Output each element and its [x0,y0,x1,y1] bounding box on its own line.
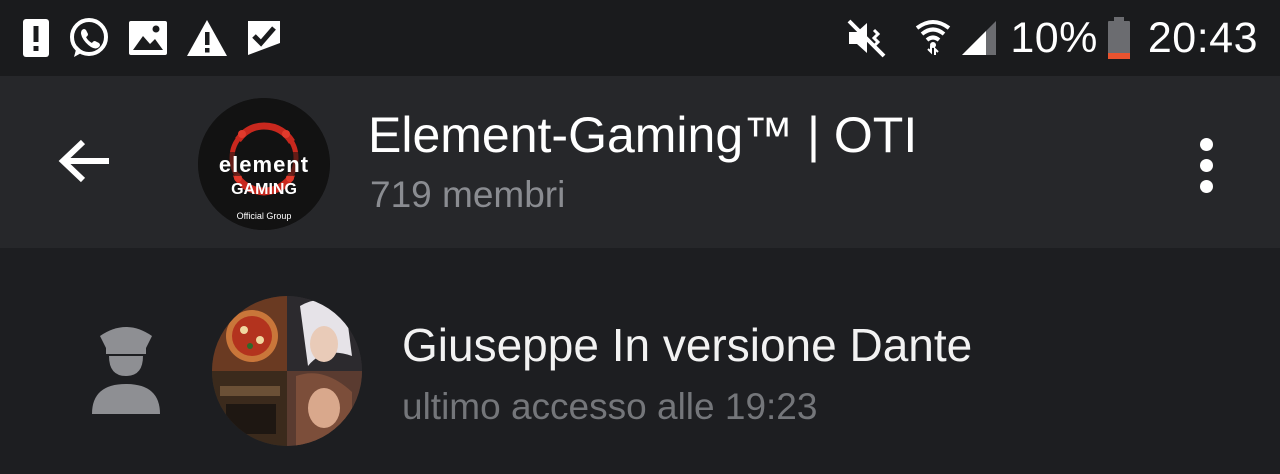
system-indicators: 10% 20:43 [846,10,1258,66]
svg-text:element: element [219,152,309,177]
alert-icon [22,18,50,58]
signal-icon [960,19,998,57]
check-notification-icon [246,19,282,57]
gallery-icon [128,20,168,56]
notification-icons [22,14,282,62]
group-title[interactable]: Element-Gaming™ | OTI [368,106,917,164]
status-bar: 10% 20:43 [0,0,1280,76]
member-list-item[interactable]: Giuseppe In versione Dante ultimo access… [0,248,1280,474]
svg-text:Official Group: Official Group [237,211,292,221]
more-vert-icon [1199,137,1213,151]
member-count: 719 membri [370,174,566,215]
whatsapp-icon [68,17,110,59]
mute-vibrate-icon [846,18,890,58]
battery-percentage: 10% [1010,13,1098,62]
collage-avatar-image [212,296,362,446]
member-last-seen: ultimo accesso alle 19:23 [402,386,818,427]
battery-icon [1106,16,1132,60]
chat-header: element GAMING Official Group Element-Ga… [0,76,1280,248]
more-vert-icon-dot [1199,179,1213,193]
admin-officer-icon [86,318,166,418]
more-vert-icon-dot [1199,158,1213,172]
back-button[interactable] [50,126,120,196]
wifi-icon [914,18,952,58]
element-gaming-logo: element GAMING Official Group [198,98,330,230]
clock: 20:43 [1147,13,1258,62]
member-avatar[interactable] [212,296,362,446]
overflow-menu-button[interactable] [1186,130,1226,200]
warning-icon [186,19,228,57]
member-name: Giuseppe In versione Dante [402,319,973,371]
group-avatar[interactable]: element GAMING Official Group [198,98,330,230]
back-arrow-icon [58,139,109,183]
svg-text:GAMING: GAMING [231,181,297,198]
